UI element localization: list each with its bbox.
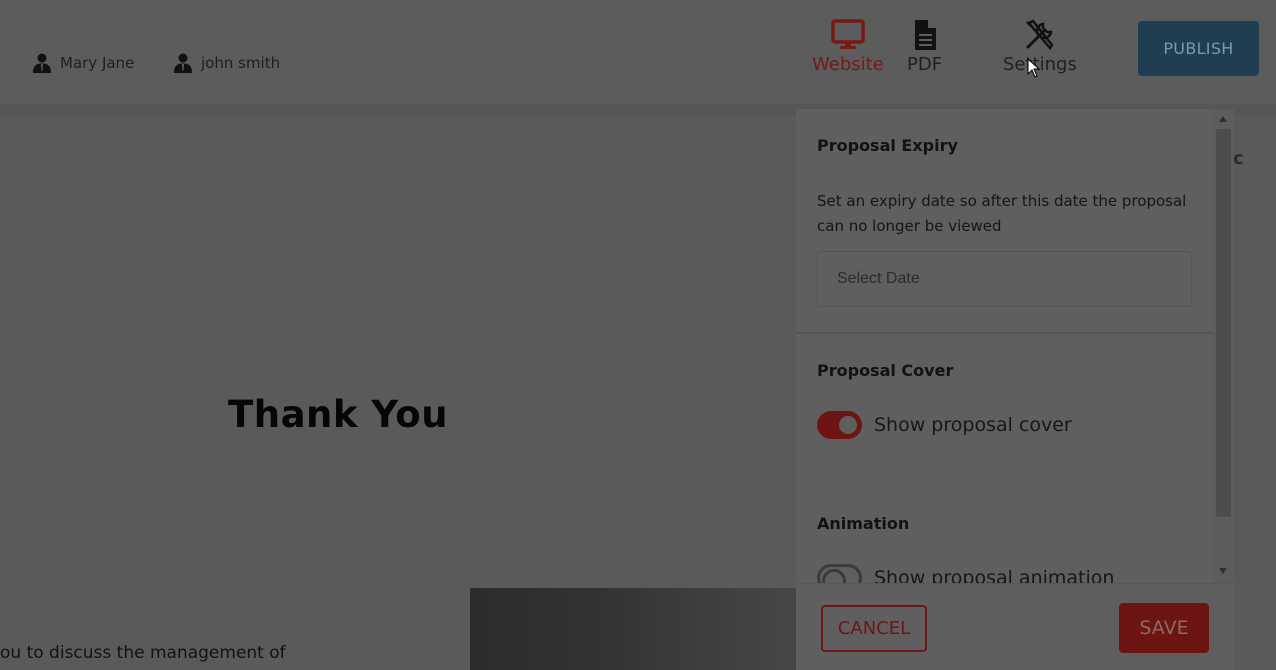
user-icon [174,53,192,73]
show-cover-label: Show proposal cover [874,414,1072,436]
nav-website-label: Website [812,54,884,75]
section-divider [796,332,1213,334]
show-cover-row: Show proposal cover [817,411,1072,439]
nav-divider [973,22,974,78]
tools-icon [1026,19,1054,51]
proposal-expiry-description: Set an expiry date so after this date th… [817,192,1187,235]
settings-scroll-area[interactable]: Proposal Expiry Set an expiry date so af… [796,109,1213,583]
show-cover-toggle[interactable] [817,411,862,439]
show-animation-toggle[interactable] [817,564,862,583]
user-name: john smith [201,54,281,72]
user-john-smith[interactable]: john smith [174,53,280,73]
settings-footer: CANCEL SAVE [796,583,1234,670]
document-body-text: ou to discuss the management of [0,643,286,663]
user-name: Mary Jane [60,54,135,72]
show-animation-row: Show proposal animation [817,564,1114,583]
nav-pdf-button[interactable]: PDF [907,18,942,75]
expiry-date-input[interactable] [817,251,1192,307]
show-animation-label: Show proposal animation [874,567,1115,583]
scroll-up-arrow-icon[interactable] [1219,116,1227,122]
document-logo-fragment: c [1233,148,1244,169]
document-image [470,588,796,670]
scroll-down-arrow-icon[interactable] [1219,568,1227,574]
proposal-cover-heading: Proposal Cover [817,361,954,380]
document-icon [914,20,936,50]
user-icon [33,53,51,73]
settings-panel: Proposal Expiry Set an expiry date so af… [796,109,1234,670]
proposal-expiry-heading: Proposal Expiry [817,136,958,155]
publish-button[interactable]: PUBLISH [1138,21,1259,76]
user-mary-jane[interactable]: Mary Jane [33,53,134,73]
cancel-button[interactable]: CANCEL [821,605,927,652]
monitor-icon [831,19,865,49]
app-header: Mary Jane john smith Website PDF Setting… [0,0,1276,104]
save-button[interactable]: SAVE [1119,603,1209,653]
animation-heading: Animation [817,514,910,533]
mouse-cursor-icon [1027,58,1041,78]
save-label: SAVE [1139,617,1189,639]
nav-divider [1106,22,1107,78]
nav-pdf-label: PDF [907,54,943,75]
nav-website-button[interactable]: Website [812,18,884,75]
settings-scrollbar[interactable] [1213,109,1234,583]
scrollbar-thumb[interactable] [1216,129,1231,517]
document-title: Thank You [228,393,449,436]
